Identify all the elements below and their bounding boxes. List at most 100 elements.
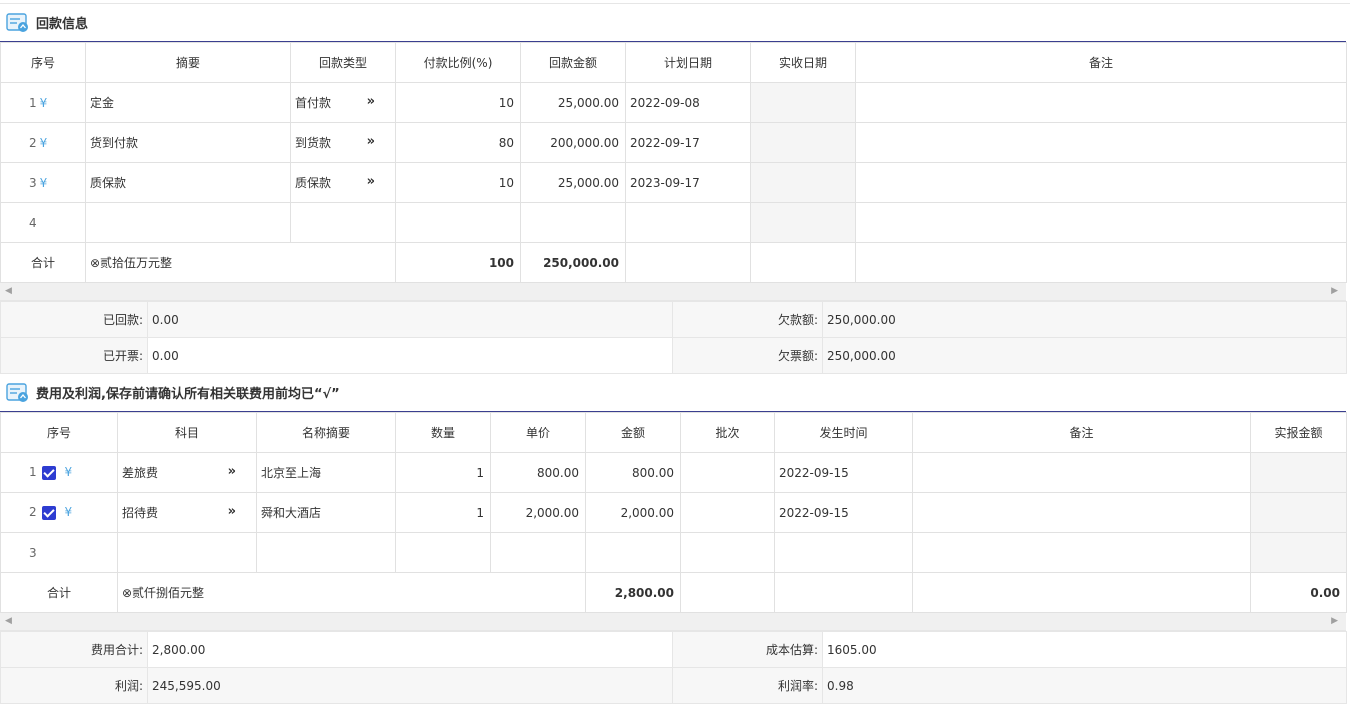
plan-date-cell[interactable]: 2023-09-17 (625, 162, 751, 203)
header-type: 回款类型 (290, 42, 396, 83)
table-row: 2 ¥ 货到付款 到货款» 80 200,000.00 2022-09-17 (0, 122, 1347, 163)
yen-icon[interactable]: ¥ (40, 136, 48, 150)
table-row: 1 ¥ 定金 首付款» 10 25,000.00 2022-09-08 (0, 82, 1347, 123)
select-arrow-icon[interactable]: » (228, 464, 236, 479)
summary-cell[interactable] (85, 202, 291, 243)
price-cell[interactable] (490, 532, 586, 573)
remark-cell[interactable] (912, 532, 1251, 573)
subject-cell[interactable]: 差旅费» (117, 452, 257, 493)
actual-date-cell (750, 162, 856, 203)
amount-cell[interactable]: 200,000.00 (520, 122, 626, 163)
remark-cell[interactable] (855, 82, 1347, 123)
header-actual-date: 实收日期 (750, 42, 856, 83)
profit-rate-label: 利润率: (672, 667, 823, 704)
header-price: 单价 (490, 412, 586, 453)
table-row: 3 (0, 532, 1347, 573)
summary-cell[interactable]: 定金 (85, 82, 291, 123)
row-number: 4 (0, 202, 86, 243)
amount-cell[interactable]: 25,000.00 (520, 82, 626, 123)
actual-cell (1250, 532, 1347, 573)
remark-cell[interactable] (855, 162, 1347, 203)
estimate-value: 1605.00 (822, 631, 1347, 668)
yen-icon[interactable]: ¥ (40, 96, 48, 110)
amount-cell[interactable] (520, 202, 626, 243)
subject-cell[interactable] (117, 532, 257, 573)
amount-cell[interactable]: 25,000.00 (520, 162, 626, 203)
total-empty (680, 572, 775, 613)
qty-cell[interactable]: 1 (395, 492, 491, 533)
summary-cell[interactable]: 货到付款 (85, 122, 291, 163)
cost-table: 序号 科目 名称摘要 数量 单价 金额 批次 发生时间 备注 实报金额 1 ¥ … (0, 412, 1347, 613)
header-actual: 实报金额 (1250, 412, 1347, 453)
batch-cell[interactable] (680, 452, 775, 493)
qty-cell[interactable] (395, 532, 491, 573)
profit-value: 245,595.00 (147, 667, 673, 704)
summary-cell[interactable]: 质保款 (85, 162, 291, 203)
type-cell[interactable]: 质保款» (290, 162, 396, 203)
plan-date-cell[interactable]: 2022-09-08 (625, 82, 751, 123)
total-label: 合计 (0, 572, 118, 613)
payment-section-header: 回款信息 (0, 4, 1346, 42)
time-cell[interactable]: 2022-09-15 (774, 452, 913, 493)
plan-date-cell[interactable] (625, 202, 751, 243)
ratio-cell[interactable]: 10 (395, 82, 521, 123)
scroll-right-icon[interactable]: ▶ (1331, 286, 1338, 296)
total-empty (750, 242, 856, 283)
type-cell[interactable]: 到货款» (290, 122, 396, 163)
price-cell[interactable]: 2,000.00 (490, 492, 586, 533)
plan-date-cell[interactable]: 2022-09-17 (625, 122, 751, 163)
type-cell[interactable] (290, 202, 396, 243)
remark-cell[interactable] (855, 122, 1347, 163)
scroll-right-icon[interactable]: ▶ (1331, 616, 1338, 626)
yen-icon[interactable]: ¥ (40, 176, 48, 190)
actual-cell (1250, 492, 1347, 533)
scroll-left-icon[interactable]: ◀ (5, 286, 12, 296)
checkbox-checked[interactable] (42, 465, 57, 480)
name-cell[interactable]: 北京至上海 (256, 452, 396, 493)
remark-cell[interactable] (912, 492, 1251, 533)
time-cell[interactable] (774, 532, 913, 573)
header-time: 发生时间 (774, 412, 913, 453)
yen-icon[interactable]: ¥ (64, 505, 72, 519)
header-batch: 批次 (680, 412, 775, 453)
type-cell[interactable]: 首付款» (290, 82, 396, 123)
remark-cell[interactable] (912, 452, 1251, 493)
checkbox-checked[interactable] (42, 505, 57, 520)
select-arrow-icon[interactable]: » (367, 94, 375, 109)
horizontal-scrollbar[interactable]: ◀ ▶ (0, 613, 1346, 631)
select-arrow-icon[interactable]: » (367, 174, 375, 189)
form-icon (6, 382, 28, 402)
header-no: 序号 (0, 412, 118, 453)
scroll-left-icon[interactable]: ◀ (5, 616, 12, 626)
ratio-cell[interactable] (395, 202, 521, 243)
ratio-cell[interactable]: 80 (395, 122, 521, 163)
batch-cell[interactable] (680, 492, 775, 533)
yen-icon[interactable]: ¥ (64, 465, 72, 479)
amount-cell[interactable]: 2,000.00 (585, 492, 681, 533)
horizontal-scrollbar[interactable]: ◀ ▶ (0, 283, 1346, 301)
header-amount: 金额 (585, 412, 681, 453)
amount-cell[interactable] (585, 532, 681, 573)
batch-cell[interactable] (680, 532, 775, 573)
total-empty (912, 572, 1251, 613)
time-cell[interactable]: 2022-09-15 (774, 492, 913, 533)
select-arrow-icon[interactable]: » (228, 504, 236, 519)
row-number: 2 ¥ (0, 122, 86, 163)
subject-cell[interactable]: 招待费» (117, 492, 257, 533)
name-cell[interactable] (256, 532, 396, 573)
remark-cell[interactable] (855, 202, 1347, 243)
received-label: 已回款: (0, 301, 148, 338)
row-number: 2 ¥ (0, 492, 118, 533)
cost-summary: 费用合计: 2,800.00 成本估算: 1605.00 利润: 245,595… (0, 631, 1347, 704)
price-cell[interactable]: 800.00 (490, 452, 586, 493)
payment-header-row: 序号 摘要 回款类型 付款比例(%) 回款金额 计划日期 实收日期 备注 (0, 42, 1347, 83)
cost-section-header: 费用及利润,保存前请确认所有相关联费用前均已“√” (0, 374, 1346, 412)
amount-cell[interactable]: 800.00 (585, 452, 681, 493)
qty-cell[interactable]: 1 (395, 452, 491, 493)
total-amount: 2,800.00 (585, 572, 681, 613)
select-arrow-icon[interactable]: » (367, 134, 375, 149)
actual-date-cell (750, 82, 856, 123)
name-cell[interactable]: 舜和大酒店 (256, 492, 396, 533)
ratio-cell[interactable]: 10 (395, 162, 521, 203)
header-no: 序号 (0, 42, 86, 83)
